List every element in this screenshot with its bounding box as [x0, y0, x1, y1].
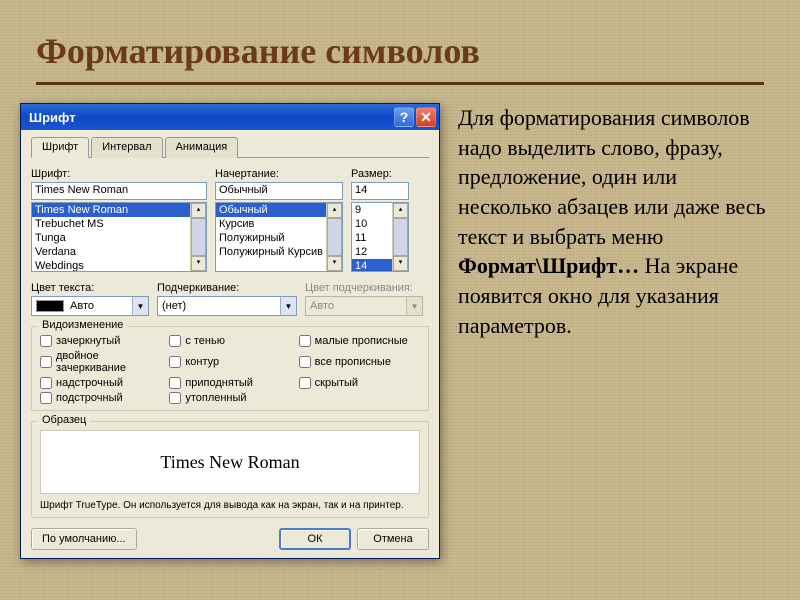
- font-dialog: Шрифт ? ✕ Шрифт Интервал Анимация Шрифт:…: [20, 103, 440, 559]
- cancel-button[interactable]: Отмена: [357, 528, 429, 550]
- list-item[interactable]: Verdana: [32, 245, 206, 259]
- scroll-down-icon[interactable]: ▾: [393, 256, 408, 271]
- style-input[interactable]: Обычный: [215, 182, 343, 200]
- combo-value: Авто: [310, 300, 334, 312]
- titlebar[interactable]: Шрифт ? ✕: [21, 104, 439, 130]
- chk-allcaps[interactable]: все прописные: [299, 350, 420, 374]
- scroll-down-icon[interactable]: ▾: [191, 256, 206, 271]
- chk-engrave[interactable]: утопленный: [169, 392, 290, 404]
- list-item[interactable]: Полужирный Курсив: [216, 245, 342, 259]
- preview-box: Times New Roman: [40, 430, 420, 494]
- underline-color-combo: Авто ▼: [305, 296, 423, 316]
- tab-animation[interactable]: Анимация: [165, 137, 239, 158]
- underline-color-label: Цвет подчеркивания:: [305, 282, 423, 294]
- text-color-label: Цвет текста:: [31, 282, 149, 294]
- font-input[interactable]: Times New Roman: [31, 182, 207, 200]
- scrollbar[interactable]: ▴ ▾: [326, 203, 342, 271]
- combo-value: Авто: [70, 300, 94, 312]
- size-label: Размер:: [351, 168, 409, 180]
- chk-shadow[interactable]: с тенью: [169, 335, 290, 347]
- tabs: Шрифт Интервал Анимация: [31, 136, 429, 158]
- combo-value: (нет): [162, 300, 186, 312]
- divider: [36, 82, 764, 85]
- scrollbar[interactable]: ▴ ▾: [190, 203, 206, 271]
- size-list[interactable]: 9 10 11 12 14 ▴ ▾: [351, 202, 409, 272]
- color-swatch: [36, 300, 64, 312]
- chevron-down-icon[interactable]: ▼: [280, 297, 296, 315]
- text-color-combo[interactable]: Авто ▼: [31, 296, 149, 316]
- list-item[interactable]: Times New Roman: [32, 203, 206, 217]
- preview-legend: Образец: [38, 414, 90, 426]
- preview-group: Образец Times New Roman Шрифт TrueType. …: [31, 421, 429, 518]
- tab-font[interactable]: Шрифт: [31, 137, 89, 158]
- scroll-thumb[interactable]: [393, 218, 408, 256]
- chk-strikethrough[interactable]: зачеркнутый: [40, 335, 161, 347]
- chk-subscript[interactable]: подстрочный: [40, 392, 161, 404]
- chk-emboss[interactable]: приподнятый: [169, 377, 290, 389]
- scroll-thumb[interactable]: [191, 218, 206, 256]
- font-label: Шрифт:: [31, 168, 207, 180]
- list-item[interactable]: Trebuchet MS: [32, 217, 206, 231]
- chk-smallcaps[interactable]: малые прописные: [299, 335, 420, 347]
- list-item[interactable]: Tunga: [32, 231, 206, 245]
- chk-hidden[interactable]: скрытый: [299, 377, 420, 389]
- dialog-title: Шрифт: [29, 110, 76, 125]
- tab-spacing[interactable]: Интервал: [91, 137, 162, 158]
- scroll-up-icon[interactable]: ▴: [327, 203, 342, 218]
- slide-title: Форматирование символов: [20, 10, 780, 82]
- scroll-thumb[interactable]: [327, 218, 342, 256]
- list-item[interactable]: Полужирный: [216, 231, 342, 245]
- chk-dbl-strike[interactable]: двойное зачеркивание: [40, 350, 161, 374]
- chk-outline[interactable]: контур: [169, 350, 290, 374]
- slide-body-bold: Формат\Шрифт…: [458, 253, 639, 278]
- scrollbar[interactable]: ▴ ▾: [392, 203, 408, 271]
- default-button[interactable]: По умолчанию...: [31, 528, 137, 550]
- chk-superscript[interactable]: надстрочный: [40, 377, 161, 389]
- effects-group: Видоизменение зачеркнутый с тенью малые …: [31, 326, 429, 411]
- effects-legend: Видоизменение: [38, 319, 127, 331]
- font-list[interactable]: Times New Roman Trebuchet MS Tunga Verda…: [31, 202, 207, 272]
- scroll-down-icon[interactable]: ▾: [327, 256, 342, 271]
- list-item[interactable]: Webdings: [32, 259, 206, 272]
- size-input[interactable]: 14: [351, 182, 409, 200]
- close-button[interactable]: ✕: [416, 107, 436, 127]
- help-button[interactable]: ?: [394, 107, 414, 127]
- list-item[interactable]: Обычный: [216, 203, 342, 217]
- style-list[interactable]: Обычный Курсив Полужирный Полужирный Кур…: [215, 202, 343, 272]
- chevron-down-icon: ▼: [406, 297, 422, 315]
- underline-combo[interactable]: (нет) ▼: [157, 296, 297, 316]
- slide-body-1: Для форматирования символов надо выделит…: [458, 105, 766, 249]
- truetype-note: Шрифт TrueType. Он используется для выво…: [40, 500, 420, 511]
- list-item[interactable]: Курсив: [216, 217, 342, 231]
- underline-label: Подчеркивание:: [157, 282, 297, 294]
- scroll-up-icon[interactable]: ▴: [191, 203, 206, 218]
- style-label: Начертание:: [215, 168, 343, 180]
- chevron-down-icon[interactable]: ▼: [132, 297, 148, 315]
- ok-button[interactable]: ОК: [279, 528, 351, 550]
- slide-body: Для форматирования символов надо выделит…: [458, 103, 780, 559]
- scroll-up-icon[interactable]: ▴: [393, 203, 408, 218]
